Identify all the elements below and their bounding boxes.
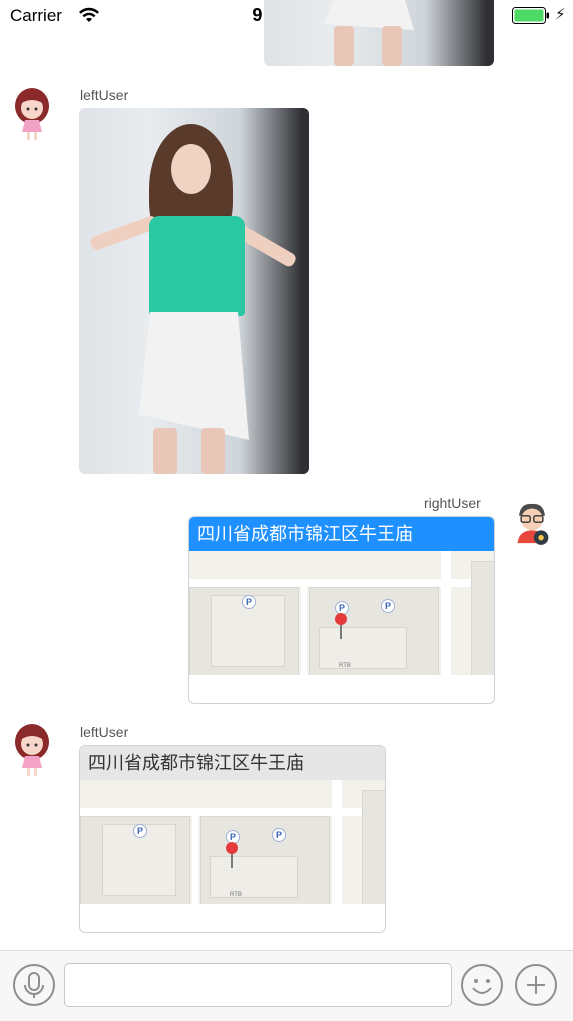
pin-stem [340, 623, 342, 639]
message-location-left[interactable]: 四川省成都市锦江区牛王庙 P P P RTB [79, 745, 386, 933]
location-pin-icon [335, 613, 347, 625]
parking-icon: P [381, 599, 395, 613]
poi-label: RTB [230, 892, 242, 898]
avatar-left-user[interactable] [12, 722, 52, 778]
plus-icon [527, 976, 545, 994]
username-left: leftUser [80, 724, 129, 740]
input-toolbar [0, 950, 573, 1021]
smiley-icon [472, 979, 492, 994]
emoji-button[interactable] [461, 964, 503, 1006]
location-map[interactable]: P P P RTB [189, 551, 494, 675]
username-left: leftUser [80, 87, 129, 103]
message-input[interactable] [64, 963, 452, 1007]
location-map[interactable]: P P P RTB [80, 780, 385, 904]
parking-icon: P [242, 595, 256, 609]
location-address: 四川省成都市锦江区牛王庙 [80, 746, 385, 780]
parking-icon: P [272, 828, 286, 842]
location-pin-icon [226, 842, 238, 854]
location-address: 四川省成都市锦江区牛王庙 [189, 517, 494, 551]
poi-label: RTB [339, 663, 351, 669]
voice-button[interactable] [13, 964, 55, 1006]
message-image-right[interactable] [264, 0, 494, 66]
more-button[interactable] [515, 964, 557, 1006]
avatar-left-user[interactable] [12, 86, 52, 142]
microphone-icon [24, 972, 44, 998]
username-right: rightUser [424, 495, 481, 511]
parking-icon: P [133, 824, 147, 838]
avatar-right-user[interactable] [512, 496, 552, 552]
charging-icon: ⚡ [555, 6, 566, 23]
message-image-left[interactable] [79, 108, 309, 474]
battery-icon [512, 7, 549, 24]
message-location-right[interactable]: 四川省成都市锦江区牛王庙 P P P RTB [188, 516, 495, 704]
pin-stem [231, 852, 233, 868]
